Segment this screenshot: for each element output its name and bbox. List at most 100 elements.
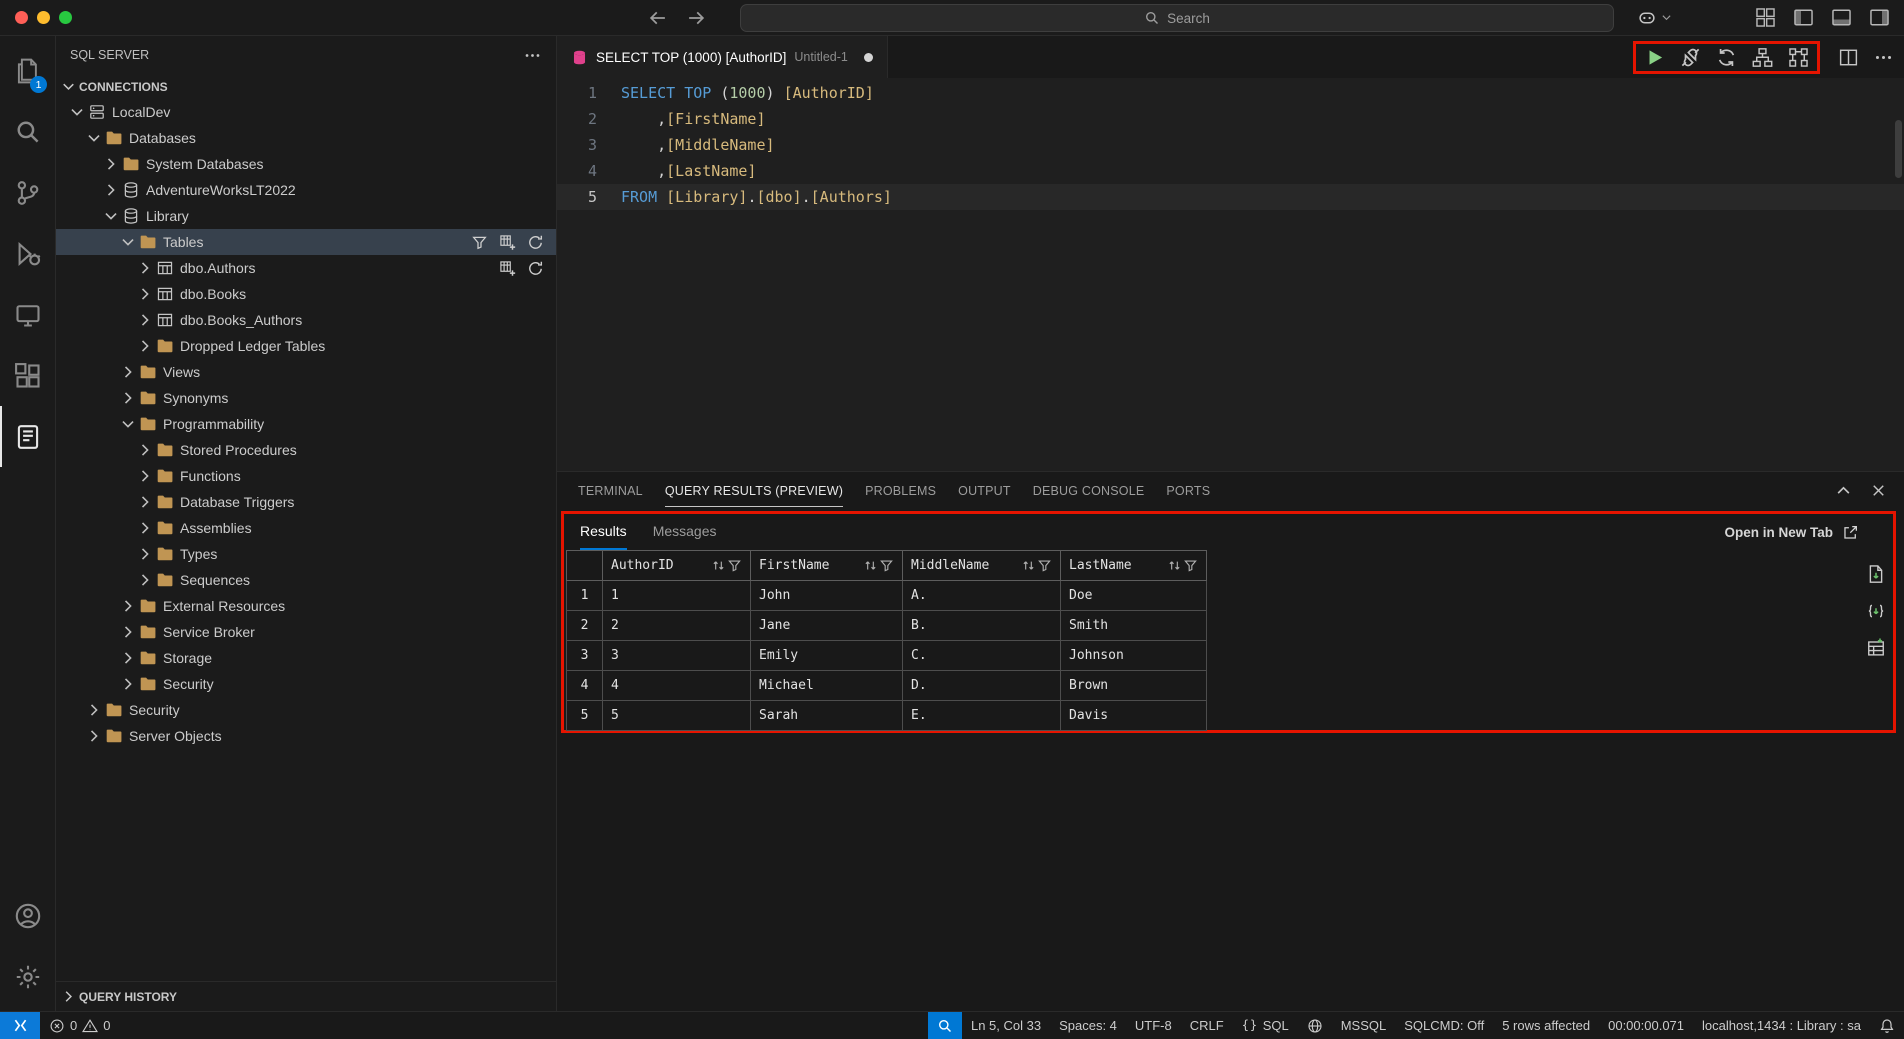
activity-item-extensions[interactable] [0,345,55,406]
editor-tab[interactable]: SELECT TOP (1000) [AuthorID] Untitled-1 [557,36,888,78]
grid-cell[interactable]: B. [903,611,1061,641]
chevron-right-icon[interactable] [136,519,154,537]
status-zoom-control[interactable] [928,1012,962,1039]
activity-item-explorer[interactable]: 1 [0,40,55,101]
grid-cell[interactable]: E. [903,701,1061,731]
chevron-right-icon[interactable] [102,181,120,199]
status-eol[interactable]: CRLF [1181,1012,1233,1039]
activity-item-accounts[interactable] [0,885,55,946]
code-line-4[interactable]: 4 ,[LastName] [557,158,1904,184]
chevron-right-icon[interactable] [119,597,137,615]
chevron-down-icon[interactable] [119,233,137,251]
chevron-right-icon[interactable] [136,311,154,329]
grid-cell[interactable]: Doe [1061,581,1207,611]
grid-cell[interactable]: Brown [1061,671,1207,701]
estimated-plan-button[interactable] [1752,47,1773,68]
column-header-lastname[interactable]: LastName [1061,551,1207,581]
tree-item-functions[interactable]: Functions [56,463,556,489]
forward-icon[interactable] [686,8,706,28]
grid-cell[interactable]: Michael [751,671,903,701]
more-actions-button[interactable] [1873,47,1894,68]
sort-icon[interactable] [711,558,726,573]
table-new-icon[interactable] [499,234,516,251]
split-editor-button[interactable] [1838,47,1859,68]
tree-item-security[interactable]: Security [56,671,556,697]
column-header-middlename[interactable]: MiddleName [903,551,1061,581]
tree-item-system-databases[interactable]: System Databases [56,151,556,177]
filter-icon[interactable] [1037,558,1052,573]
panel-tab-debug-console[interactable]: DEBUG CONSOLE [1022,472,1156,509]
activity-item-sql-server[interactable] [0,406,55,467]
code-line-2[interactable]: 2 ,[FirstName] [557,106,1904,132]
chevron-right-icon[interactable] [119,649,137,667]
tree-item-programmability[interactable]: Programmability [56,411,556,437]
tree-item-service-broker[interactable]: Service Broker [56,619,556,645]
grid-cell[interactable]: C. [903,641,1061,671]
connections-section-header[interactable]: CONNECTIONS [56,74,556,99]
status-connection[interactable]: localhost,1434 : Library : sa [1693,1012,1870,1039]
code-line-1[interactable]: 1SELECT TOP (1000) [AuthorID] [557,80,1904,106]
grid-cell[interactable]: 4 [603,671,751,701]
status-language-mode[interactable]: {}SQL [1233,1012,1298,1039]
chevron-right-icon[interactable] [136,571,154,589]
status-rows-affected[interactable]: 5 rows affected [1493,1012,1599,1039]
grid-row-1[interactable]: 11JohnA.Doe [567,581,1207,611]
tree-item-views[interactable]: Views [56,359,556,385]
chevron-right-icon[interactable] [136,285,154,303]
modified-indicator[interactable] [864,53,873,62]
filter-icon[interactable] [1183,558,1198,573]
row-number[interactable]: 5 [567,701,603,731]
command-center-search[interactable]: Search [740,4,1614,32]
chevron-down-icon[interactable] [85,129,103,147]
status-notifications[interactable] [1870,1012,1904,1039]
tree-item-sequences[interactable]: Sequences [56,567,556,593]
toggle-panel-button[interactable] [1831,7,1852,28]
activity-item-remote-explorer[interactable] [0,284,55,345]
back-icon[interactable] [648,8,668,28]
status-indentation[interactable]: Spaces: 4 [1050,1012,1126,1039]
grid-cell[interactable]: John [751,581,903,611]
grid-cell[interactable]: 1 [603,581,751,611]
refresh-icon[interactable] [527,234,544,251]
toggle-secondary-sidebar-button[interactable] [1869,7,1890,28]
activity-item-run-and-debug[interactable] [0,223,55,284]
code-editor[interactable]: 1SELECT TOP (1000) [AuthorID]2 ,[FirstNa… [557,78,1904,471]
grid-cell[interactable]: 5 [603,701,751,731]
save-as-excel-button[interactable] [1866,638,1886,658]
maximize-window-button[interactable] [59,11,72,24]
column-header-authorid[interactable]: AuthorID [603,551,751,581]
status-sqlcmd[interactable]: SQLCMD: Off [1395,1012,1493,1039]
chevron-right-icon[interactable] [85,701,103,719]
chevron-right-icon[interactable] [136,467,154,485]
save-as-csv-button[interactable] [1866,564,1886,584]
chevron-right-icon[interactable] [85,727,103,745]
activity-item-settings[interactable] [0,946,55,1007]
panel-maximize-icon[interactable] [1834,481,1853,500]
code-line-5[interactable]: 5FROM [Library].[dbo].[Authors] [557,184,1904,210]
tree-item-dbo-books-authors[interactable]: dbo.Books_Authors [56,307,556,333]
tree-item-types[interactable]: Types [56,541,556,567]
sort-icon[interactable] [1167,558,1182,573]
sort-icon[interactable] [1021,558,1036,573]
panel-tab-ports[interactable]: PORTS [1155,472,1221,509]
chevron-down-icon[interactable] [102,207,120,225]
editor-scrollbar[interactable] [1894,78,1904,471]
run-query-button[interactable] [1644,47,1665,68]
code-line-3[interactable]: 3 ,[MiddleName] [557,132,1904,158]
toggle-primary-sidebar-button[interactable] [1793,7,1814,28]
tree-item-localdev[interactable]: LocalDev [56,99,556,125]
grid-row-2[interactable]: 22JaneB.Smith [567,611,1207,641]
grid-cell[interactable]: 3 [603,641,751,671]
tree-item-dropped-ledger-tables[interactable]: Dropped Ledger Tables [56,333,556,359]
chevron-right-icon[interactable] [119,623,137,641]
grid-cell[interactable]: Emily [751,641,903,671]
chevron-right-icon[interactable] [136,545,154,563]
grid-row-5[interactable]: 55SarahE.Davis [567,701,1207,731]
table-new-icon[interactable] [499,260,516,277]
row-number[interactable]: 4 [567,671,603,701]
copilot-menu[interactable] [1637,8,1673,28]
chevron-down-icon[interactable] [119,415,137,433]
tree-item-storage[interactable]: Storage [56,645,556,671]
results-tab-results[interactable]: Results [580,514,627,550]
tree-item-synonyms[interactable]: Synonyms [56,385,556,411]
